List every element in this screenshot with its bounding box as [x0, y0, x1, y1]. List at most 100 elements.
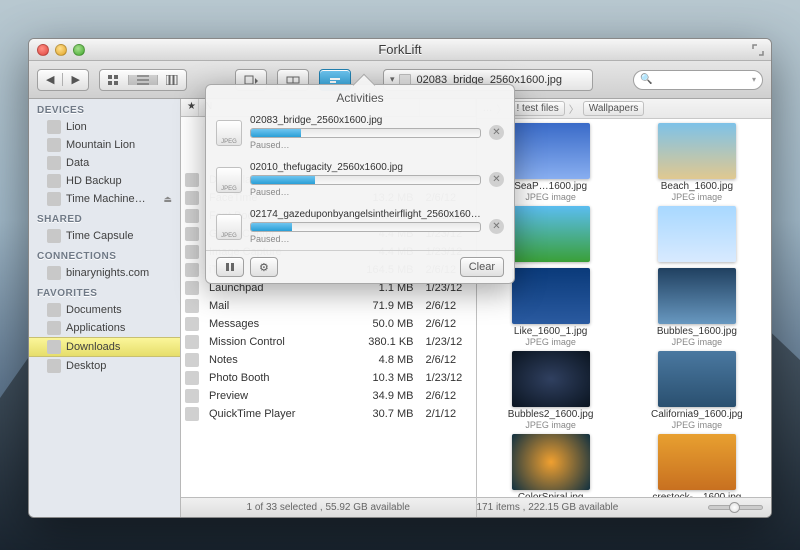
- sidebar-item-binarynights-com[interactable]: binarynights.com: [29, 264, 180, 282]
- thumbnail-size-slider[interactable]: [708, 505, 771, 510]
- hdd-icon: [47, 156, 61, 170]
- app-icon: [185, 407, 199, 421]
- sidebar-item-documents[interactable]: Documents: [29, 301, 180, 319]
- file-kind: JPEG image: [483, 420, 619, 430]
- grid-item[interactable]: ColorSpiral.jpgJPEG image: [483, 434, 619, 497]
- progress-bar: [250, 222, 481, 232]
- left-status-bar: 1 of 33 selected , 55.92 GB available: [181, 497, 476, 517]
- sidebar-item-hd-backup[interactable]: HD Backup: [29, 172, 180, 190]
- minimize-window-button[interactable]: [55, 44, 67, 56]
- thumbnail: [512, 434, 590, 490]
- eject-icon[interactable]: ⏏: [163, 194, 172, 205]
- column-favorite[interactable]: ★: [181, 99, 199, 116]
- table-row[interactable]: Messages 50.0 MB 2/6/12: [181, 315, 476, 333]
- search-input[interactable]: 🔍 ▾: [633, 70, 763, 90]
- clear-button[interactable]: Clear: [460, 257, 504, 277]
- zoom-window-button[interactable]: [73, 44, 85, 56]
- file-kind: JPEG image: [629, 420, 765, 430]
- sidebar-section-header: DEVICES: [29, 99, 180, 118]
- sidebar-item-downloads[interactable]: Downloads: [29, 337, 180, 357]
- breadcrumb-item[interactable]: ! test files: [511, 101, 565, 116]
- breadcrumb: …〉! test files〉Wallpapers: [477, 99, 772, 119]
- sidebar-item-label: Mountain Lion: [66, 139, 135, 151]
- app-icon: [185, 191, 199, 205]
- grid-item[interactable]: Beach_1600.jpgJPEG image: [629, 123, 765, 202]
- cancel-activity-button[interactable]: ✕: [489, 125, 504, 140]
- sidebar-item-data[interactable]: Data: [29, 154, 180, 172]
- sidebar-item-time-machine-[interactable]: Time Machine… ⏏: [29, 190, 180, 208]
- action-menu-button[interactable]: [236, 75, 266, 85]
- file-name: Notes: [203, 354, 358, 366]
- table-row[interactable]: Mail 71.9 MB 2/6/12: [181, 297, 476, 315]
- close-window-button[interactable]: [37, 44, 49, 56]
- app-icon: [185, 299, 199, 313]
- cancel-activity-button[interactable]: ✕: [489, 172, 504, 187]
- grid-item[interactable]: crestock-…1600.jpgJPEG image: [629, 434, 765, 497]
- nav-back-forward: ◀ ▶: [37, 69, 89, 91]
- activity-item: JPEG 02083_bridge_2560x1600.jpg Paused… …: [206, 109, 514, 156]
- file-date: 2/6/12: [420, 390, 476, 402]
- sidebar-item-applications[interactable]: Applications: [29, 319, 180, 337]
- sidebar-section-header: FAVORITES: [29, 282, 180, 301]
- file-name: Like_1600_1.jpg: [483, 326, 619, 337]
- globe-icon: [47, 266, 61, 280]
- table-row[interactable]: Mission Control 380.1 KB 1/23/12: [181, 333, 476, 351]
- thumbnail: [658, 434, 736, 490]
- grid-item[interactable]: California9_1600.jpgJPEG image: [629, 351, 765, 430]
- window-title: ForkLift: [29, 42, 771, 57]
- view-column-button[interactable]: [157, 75, 186, 85]
- app-icon: [185, 353, 199, 367]
- right-pane: …〉! test files〉Wallpapers SeaP…1600.jpgJ…: [476, 99, 772, 517]
- app-icon: [185, 281, 199, 295]
- app-icon: [185, 263, 199, 277]
- sidebar-item-label: binarynights.com: [66, 267, 149, 279]
- thumbnail: [658, 351, 736, 407]
- file-date: 2/6/12: [420, 318, 476, 330]
- sidebar-item-label: Time Machine…: [66, 193, 146, 205]
- thumbnail: [658, 123, 736, 179]
- app-icon: [185, 371, 199, 385]
- nav-back-button[interactable]: ◀: [38, 73, 62, 86]
- popover-title: Activities: [206, 85, 514, 109]
- sidebar-item-time-capsule[interactable]: Time Capsule: [29, 227, 180, 245]
- table-row[interactable]: Preview 34.9 MB 2/6/12: [181, 387, 476, 405]
- nav-forward-button[interactable]: ▶: [62, 73, 87, 86]
- file-name: Mail: [203, 300, 358, 312]
- titlebar[interactable]: ForkLift: [29, 39, 771, 61]
- chevron-right-icon: 〉: [569, 101, 579, 116]
- sidebar-item-desktop[interactable]: Desktop: [29, 357, 180, 375]
- cancel-activity-button[interactable]: ✕: [489, 219, 504, 234]
- jpeg-file-icon: JPEG: [216, 120, 242, 146]
- view-icon-button[interactable]: [100, 75, 128, 85]
- search-icon: 🔍: [640, 74, 652, 85]
- grid-item[interactable]: Bubbles2_1600.jpgJPEG image: [483, 351, 619, 430]
- progress-bar: [250, 128, 481, 138]
- activity-item: JPEG 02174_gazeduponbyangelsintheirfligh…: [206, 203, 514, 250]
- view-list-button[interactable]: [128, 75, 157, 85]
- table-row[interactable]: Notes 4.8 MB 2/6/12: [181, 351, 476, 369]
- status-text: 171 items , 222.15 GB available: [477, 502, 619, 513]
- thumbnail: [512, 123, 590, 179]
- sidebar-item-label: Applications: [66, 322, 125, 334]
- breadcrumb-item[interactable]: Wallpapers: [583, 101, 645, 116]
- folder-icon: [47, 321, 61, 335]
- pause-all-button[interactable]: [216, 257, 244, 277]
- jpeg-file-icon: JPEG: [216, 167, 242, 193]
- sidebar-item-lion[interactable]: Lion: [29, 118, 180, 136]
- table-row[interactable]: QuickTime Player 30.7 MB 2/1/12: [181, 405, 476, 423]
- file-size: 380.1 KB: [358, 336, 420, 348]
- grid-item[interactable]: Bubbles_1600.jpgJPEG image: [629, 268, 765, 347]
- sidebar-item-mountain-lion[interactable]: Mountain Lion: [29, 136, 180, 154]
- settings-button[interactable]: ⚙: [250, 257, 278, 277]
- icon-grid[interactable]: SeaP…1600.jpgJPEG imageBeach_1600.jpgJPE…: [477, 119, 772, 497]
- table-row[interactable]: Photo Booth 10.3 MB 1/23/12: [181, 369, 476, 387]
- fullscreen-icon[interactable]: [751, 43, 765, 57]
- file-name: Bubbles2_1600.jpg: [483, 409, 619, 420]
- status-text: 1 of 33 selected , 55.92 GB available: [247, 502, 410, 513]
- activity-item: JPEG 02010_thefugacity_2560x1600.jpg Pau…: [206, 156, 514, 203]
- file-size: 50.0 MB: [358, 318, 420, 330]
- hdd-icon: [47, 120, 61, 134]
- sidebar-item-label: Data: [66, 157, 89, 169]
- activity-status: Paused…: [250, 234, 481, 244]
- grid-item[interactable]: [629, 206, 765, 264]
